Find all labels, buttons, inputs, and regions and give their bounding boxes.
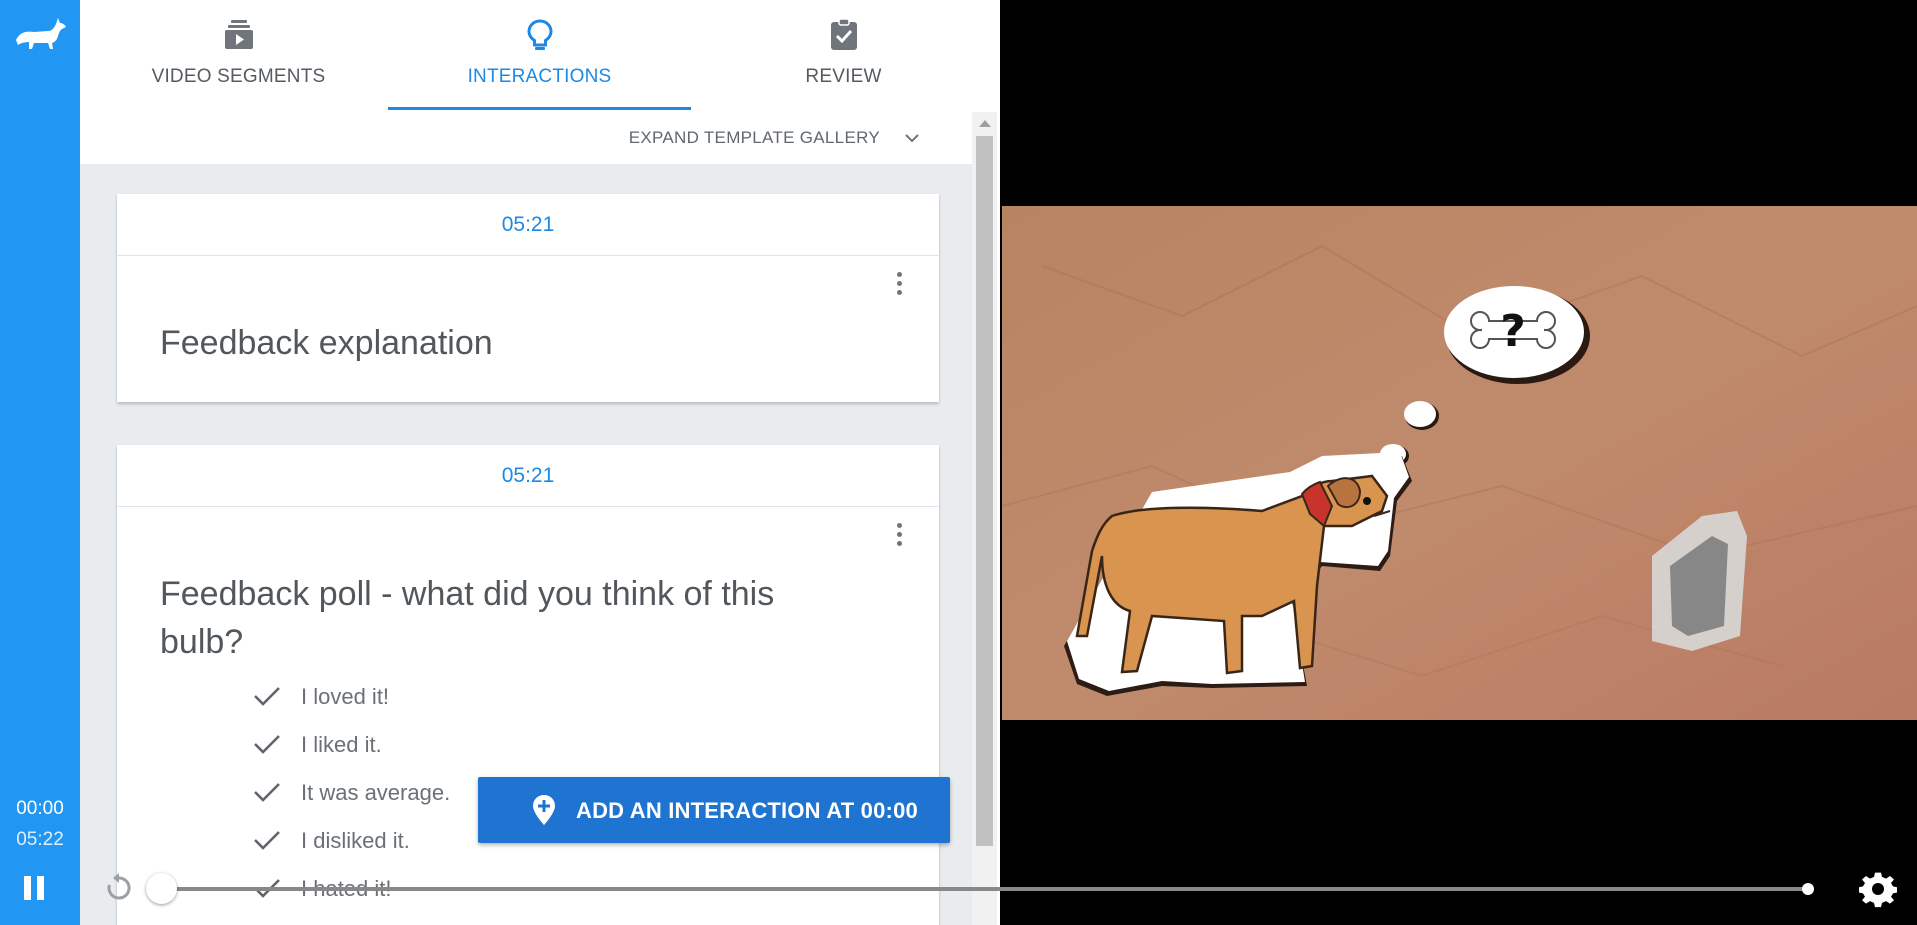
check-icon xyxy=(254,783,280,802)
tab-bar: VIDEO SEGMENTS INTERACTIONS REVIEW xyxy=(80,0,997,112)
check-icon xyxy=(254,831,280,850)
tab-label: VIDEO SEGMENTS xyxy=(151,66,326,87)
poll-option-text: I disliked it. xyxy=(301,828,410,853)
poll-option-text: I liked it. xyxy=(301,732,382,757)
pause-icon xyxy=(24,876,31,900)
template-gallery-label: EXPAND TEMPLATE GALLERY xyxy=(628,128,880,147)
more-vert-icon[interactable] xyxy=(895,523,903,551)
scrollbar[interactable] xyxy=(972,112,997,925)
add-location-icon xyxy=(533,795,555,825)
video-player[interactable]: ? xyxy=(1000,0,1917,925)
gear-icon[interactable] xyxy=(1859,870,1897,908)
tab-label: REVIEW xyxy=(805,66,882,87)
tab-label: INTERACTIONS xyxy=(467,66,612,87)
video-segments-icon xyxy=(224,20,253,49)
left-rail: 00:00 05:22 xyxy=(0,0,80,925)
clipboard-check-icon xyxy=(830,18,857,50)
tab-video-segments[interactable]: VIDEO SEGMENTS xyxy=(100,0,377,112)
interaction-card[interactable]: 05:21 Feedback explanation xyxy=(117,194,939,402)
add-interaction-label: ADD AN INTERACTION AT 00:00 xyxy=(576,798,918,823)
current-time: 00:00 xyxy=(16,798,64,819)
interaction-timestamp[interactable]: 05:21 xyxy=(117,194,939,256)
chevron-down-icon xyxy=(905,134,919,143)
template-gallery-toggle[interactable]: EXPAND TEMPLATE GALLERY xyxy=(80,112,972,164)
check-icon xyxy=(254,687,280,706)
add-interaction-button[interactable]: ADD AN INTERACTION AT 00:00 xyxy=(478,777,950,843)
scroll-up-arrow-icon[interactable] xyxy=(979,120,991,127)
lightbulb-icon xyxy=(526,19,553,50)
seek-handle[interactable] xyxy=(146,873,177,904)
seek-bar[interactable] xyxy=(160,887,1810,891)
tab-interactions[interactable]: INTERACTIONS xyxy=(388,0,691,112)
more-vert-icon[interactable] xyxy=(895,272,903,300)
interaction-title: Feedback explanation xyxy=(160,324,493,362)
check-icon xyxy=(254,735,280,754)
replay-icon[interactable] xyxy=(104,873,134,903)
active-tab-indicator xyxy=(388,107,691,110)
scrollbar-thumb[interactable] xyxy=(976,136,993,846)
total-duration: 05:22 xyxy=(16,829,64,850)
dachshund-logo-icon[interactable] xyxy=(12,14,68,54)
interaction-card[interactable]: 05:21 Feedback poll - what did you think… xyxy=(117,445,939,925)
interaction-timestamp[interactable]: 05:21 xyxy=(117,445,939,507)
video-frame: ? xyxy=(1002,206,1917,720)
tab-review[interactable]: REVIEW xyxy=(691,0,996,112)
poll-option-text: I loved it! xyxy=(301,684,390,709)
interaction-title: Feedback poll - what did you think of th… xyxy=(160,575,775,661)
pause-button[interactable] xyxy=(24,876,46,900)
seek-bar-end-marker xyxy=(1802,883,1814,895)
svg-text:?: ? xyxy=(1500,306,1526,357)
poll-option-text: It was average. xyxy=(301,780,451,805)
